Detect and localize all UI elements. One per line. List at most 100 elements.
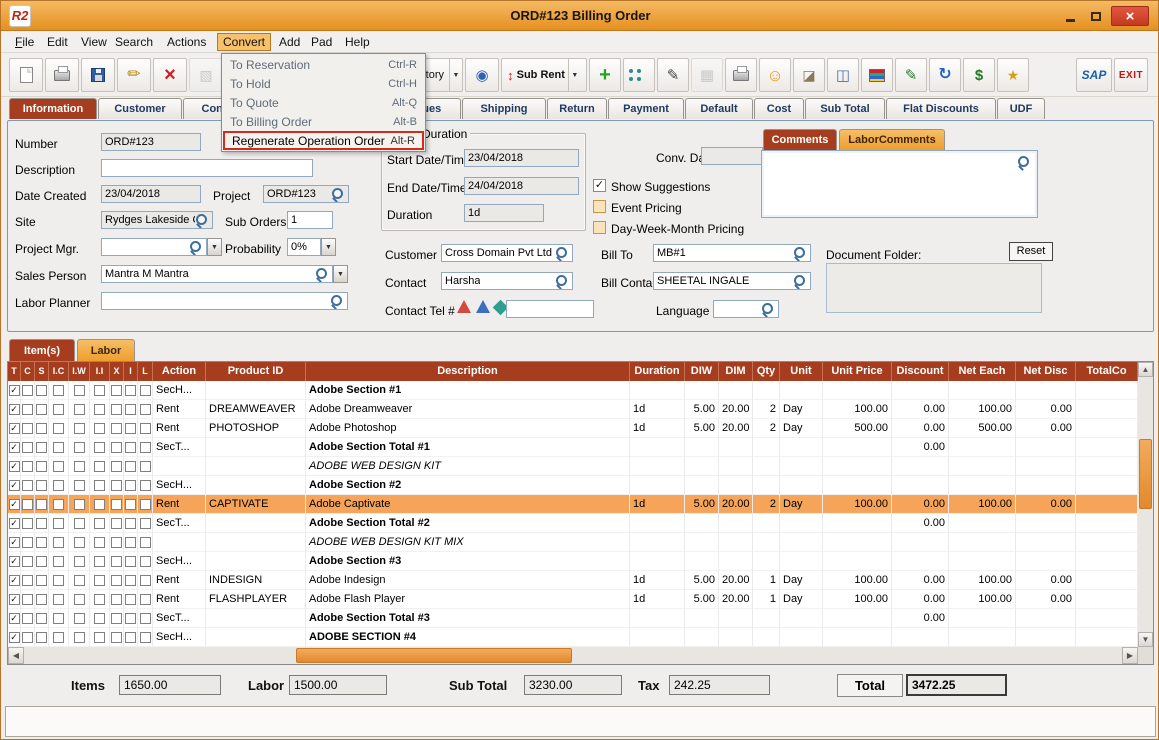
menu-file[interactable]: File [9, 33, 40, 51]
swirl-button[interactable]: ◉ [465, 58, 499, 92]
row-checkbox[interactable] [22, 404, 33, 415]
row-checkbox[interactable] [74, 537, 85, 548]
tab-payment[interactable]: Payment [608, 98, 684, 119]
row-checkbox[interactable] [36, 404, 47, 415]
edit-button[interactable]: ✏ [117, 58, 151, 92]
customer-search-icon[interactable] [555, 246, 569, 260]
row-checkbox[interactable] [125, 613, 136, 624]
row-checkbox[interactable] [140, 537, 151, 548]
day-week-month-pricing-checkbox[interactable] [593, 221, 606, 234]
row-checkbox[interactable] [94, 594, 105, 605]
package-button[interactable]: ◪ [793, 58, 825, 92]
horizontal-scrollbar[interactable]: ◀ ▶ [8, 647, 1138, 664]
row-checkbox[interactable] [125, 480, 136, 491]
menu-item-to-quote[interactable]: To QuoteAlt-Q [223, 93, 424, 112]
contact-search-icon[interactable] [555, 274, 569, 288]
add-item-button[interactable]: + [589, 58, 621, 92]
row-checkbox[interactable] [125, 537, 136, 548]
table-row[interactable]: ✓ADOBE WEB DESIGN KIT [8, 457, 1138, 476]
row-checkbox[interactable] [111, 442, 122, 453]
site-search-icon[interactable] [195, 213, 209, 227]
row-checkbox[interactable] [94, 404, 105, 415]
sub-rent-dropdown-arrow-icon[interactable]: ▼ [568, 59, 581, 91]
comments-textarea[interactable] [761, 150, 1038, 218]
scroll-down-button[interactable]: ▼ [1138, 632, 1153, 647]
row-checkbox[interactable] [53, 632, 64, 643]
row-checkbox[interactable] [140, 499, 151, 510]
table-row[interactable]: ✓SecH...ADOBE SECTION #4 [8, 628, 1138, 647]
contact-field[interactable]: Harsha [441, 272, 573, 290]
row-checkbox[interactable] [94, 442, 105, 453]
row-checkbox[interactable] [22, 518, 33, 529]
table-row[interactable]: ✓RentCAPTIVATEAdobe Captivate1d5.0020.00… [8, 495, 1138, 514]
row-checkbox[interactable] [74, 442, 85, 453]
row-checkbox[interactable] [22, 480, 33, 491]
row-checkbox[interactable] [94, 556, 105, 567]
tab-udf[interactable]: UDF [997, 98, 1045, 119]
row-checkbox[interactable] [111, 613, 122, 624]
column-header-s[interactable]: S [35, 362, 49, 381]
row-checkbox[interactable] [36, 518, 47, 529]
tab-flat-discounts[interactable]: Flat Discounts [886, 98, 996, 119]
tab-shipping[interactable]: Shipping [462, 98, 546, 119]
row-checkbox[interactable] [36, 575, 47, 586]
end-date-field[interactable]: 24/04/2018 [464, 177, 579, 195]
table-row[interactable]: ✓ADOBE WEB DESIGN KIT MIX [8, 533, 1138, 552]
row-checkbox[interactable] [53, 499, 64, 510]
labor-planner-search-icon[interactable] [330, 294, 344, 308]
notes-button[interactable]: ✎ [657, 58, 689, 92]
sales-person-search-icon[interactable] [315, 267, 329, 281]
row-checkbox[interactable] [22, 442, 33, 453]
column-header-dim[interactable]: DIM [719, 362, 753, 381]
wand-button[interactable]: ★ [997, 58, 1029, 92]
project-mgr-dropdown[interactable]: ▼ [207, 238, 222, 256]
row-checkbox[interactable] [22, 385, 33, 396]
row-checkbox[interactable] [74, 385, 85, 396]
row-checkbox[interactable]: ✓ [9, 594, 20, 605]
row-checkbox[interactable] [111, 518, 122, 529]
row-checkbox[interactable] [53, 423, 64, 434]
vertical-scroll-thumb[interactable] [1139, 439, 1152, 509]
table-row[interactable]: ✓SecT...Adobe Section Total #10.00 [8, 438, 1138, 457]
row-checkbox[interactable] [140, 461, 151, 472]
column-header-totalco[interactable]: TotalCo [1076, 362, 1138, 381]
row-checkbox[interactable]: ✓ [9, 613, 20, 624]
language-field[interactable] [713, 300, 779, 318]
row-checkbox[interactable]: ✓ [9, 442, 20, 453]
row-checkbox[interactable]: ✓ [9, 537, 20, 548]
row-checkbox[interactable] [53, 594, 64, 605]
row-checkbox[interactable] [111, 632, 122, 643]
column-header-i-i[interactable]: I.I [90, 362, 110, 381]
menu-edit[interactable]: Edit [41, 33, 74, 51]
row-checkbox[interactable] [140, 518, 151, 529]
table-row[interactable]: ✓SecT...Adobe Section Total #30.00 [8, 609, 1138, 628]
row-checkbox[interactable] [22, 461, 33, 472]
row-checkbox[interactable] [125, 632, 136, 643]
items-total-field[interactable]: 1650.00 [119, 675, 221, 695]
row-checkbox[interactable] [111, 499, 122, 510]
column-header-product-id[interactable]: Product ID [206, 362, 306, 381]
refresh-button[interactable]: ↻ [929, 58, 961, 92]
cube-button[interactable]: ◫ [827, 58, 859, 92]
row-checkbox[interactable] [74, 594, 85, 605]
row-checkbox[interactable] [36, 461, 47, 472]
column-header-action[interactable]: Action [153, 362, 206, 381]
show-suggestions-checkbox[interactable]: ✓ [593, 179, 606, 192]
scroll-right-button[interactable]: ▶ [1122, 647, 1138, 664]
row-checkbox[interactable] [94, 480, 105, 491]
row-checkbox[interactable] [36, 594, 47, 605]
row-checkbox[interactable] [53, 385, 64, 396]
row-checkbox[interactable] [74, 499, 85, 510]
site-field[interactable]: Rydges Lakeside Ca [101, 211, 213, 229]
table-row[interactable]: ✓SecT...Adobe Section Total #20.00 [8, 514, 1138, 533]
labor-total-field[interactable]: 1500.00 [289, 675, 387, 695]
row-checkbox[interactable] [125, 594, 136, 605]
project-field[interactable]: ORD#123 [263, 185, 349, 203]
row-checkbox[interactable] [74, 518, 85, 529]
row-checkbox[interactable] [36, 537, 47, 548]
menu-item-to-billing-order[interactable]: To Billing OrderAlt-B [223, 112, 424, 131]
table-row[interactable]: ✓SecH...Adobe Section #1 [8, 381, 1138, 400]
row-checkbox[interactable] [22, 575, 33, 586]
row-checkbox[interactable] [140, 556, 151, 567]
row-checkbox[interactable] [53, 556, 64, 567]
